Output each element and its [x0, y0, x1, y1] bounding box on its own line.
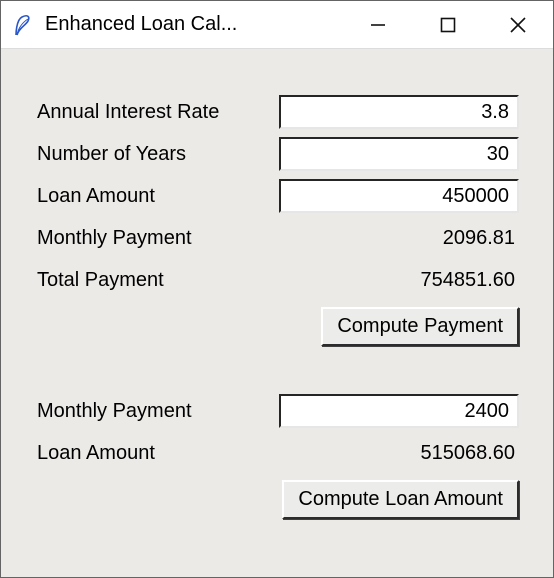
minimize-icon: [369, 16, 387, 34]
compute-payment-button[interactable]: Compute Payment: [321, 307, 519, 346]
value-monthly-payment: 2096.81: [279, 227, 519, 250]
titlebar: Enhanced Loan Cal...: [1, 1, 553, 49]
label-total-payment: Total Payment: [37, 269, 257, 292]
minimize-button[interactable]: [355, 5, 401, 45]
row-total-payment-out: Total Payment 754851.60: [37, 259, 519, 301]
feather-icon: [11, 13, 35, 37]
label-monthly-payment-2: Monthly Payment: [37, 400, 257, 423]
row-monthly-payment-out: Monthly Payment 2096.81: [37, 217, 519, 259]
window-controls: [355, 5, 549, 45]
label-loan-amount-2: Loan Amount: [37, 442, 257, 465]
compute-loan-amount-button[interactable]: Compute Loan Amount: [282, 480, 519, 519]
label-loan-amount: Loan Amount: [37, 185, 257, 208]
label-monthly-payment: Monthly Payment: [37, 227, 257, 250]
label-annual-interest-rate: Annual Interest Rate: [37, 101, 257, 124]
row-annual-interest-rate: Annual Interest Rate: [37, 91, 519, 133]
input-loan-amount[interactable]: [279, 179, 519, 213]
app-window: Enhanced Loan Cal...: [0, 0, 554, 578]
label-number-of-years: Number of Years: [37, 143, 257, 166]
value-total-payment: 754851.60: [279, 269, 519, 292]
input-number-of-years[interactable]: [279, 137, 519, 171]
row-monthly-payment-in: Monthly Payment: [37, 390, 519, 432]
value-loan-amount: 515068.60: [279, 442, 519, 465]
close-icon: [509, 16, 527, 34]
row-loan-amount-out: Loan Amount 515068.60: [37, 432, 519, 474]
maximize-button[interactable]: [425, 5, 471, 45]
client-area: Annual Interest Rate Number of Years Loa…: [1, 49, 553, 577]
input-annual-interest-rate[interactable]: [279, 95, 519, 129]
input-monthly-payment[interactable]: [279, 394, 519, 428]
maximize-icon: [439, 16, 457, 34]
row-number-of-years: Number of Years: [37, 133, 519, 175]
close-button[interactable]: [495, 5, 541, 45]
row-loan-amount: Loan Amount: [37, 175, 519, 217]
window-title: Enhanced Loan Cal...: [45, 13, 237, 36]
